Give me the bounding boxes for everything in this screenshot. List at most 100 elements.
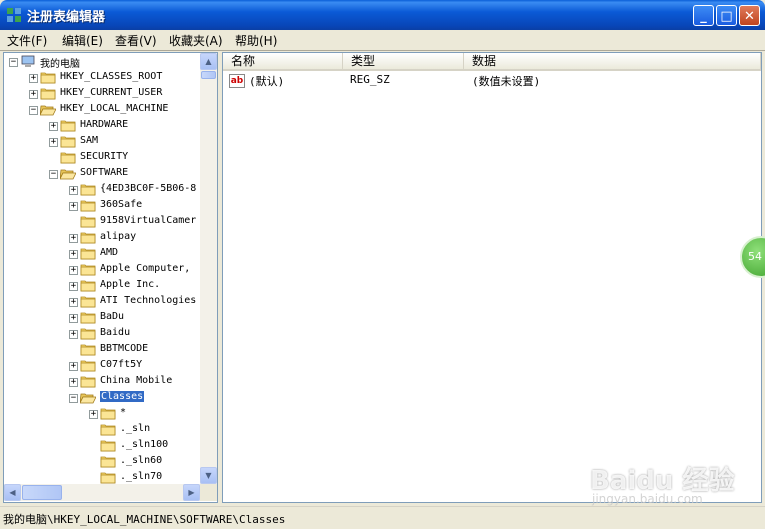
menu-divider — [0, 50, 765, 51]
tree-node-label: C07ft5Y — [100, 359, 143, 370]
tree-node-label: AMD — [100, 247, 119, 258]
tree-node-label: 9158VirtualCamer — [100, 215, 197, 226]
tree-node-label: ._sln100 — [120, 439, 169, 450]
expand-icon[interactable]: + — [29, 90, 38, 99]
scroll-left-button[interactable]: ◀ — [4, 484, 21, 501]
value-name: (默认) — [249, 75, 285, 88]
menu-edit[interactable]: 编辑(E) — [62, 32, 103, 49]
expand-icon[interactable]: + — [69, 298, 78, 307]
string-value-icon: ab — [229, 74, 245, 88]
tree-node[interactable]: + ATI Technologies — [4, 294, 200, 310]
folder-icon — [80, 295, 96, 308]
tree-node[interactable]: ._sln60 — [4, 454, 200, 470]
tree-node-label: HARDWARE — [80, 119, 129, 130]
tree-node[interactable]: − SOFTWARE — [4, 166, 200, 182]
value-type: REG_SZ — [350, 73, 390, 86]
tree-node-label: ._sln70 — [120, 471, 163, 482]
tree-node-label: China Mobile — [100, 375, 173, 386]
scroll-down-button[interactable]: ▼ — [200, 467, 217, 484]
collapse-icon[interactable]: − — [9, 58, 18, 67]
scroll-right-button[interactable]: ▶ — [183, 484, 200, 501]
horizontal-scroll-thumb[interactable] — [22, 485, 62, 500]
tree-node[interactable]: + AMD — [4, 246, 200, 262]
column-data-header[interactable]: 数据 — [464, 53, 761, 71]
expand-icon[interactable]: + — [69, 314, 78, 323]
menu-view[interactable]: 查看(V) — [115, 32, 157, 49]
folder-icon — [80, 215, 96, 228]
tree-node[interactable]: − HKEY_LOCAL_MACHINE — [4, 102, 200, 118]
tree-node[interactable]: ._sln100 — [4, 438, 200, 454]
status-path: 我的电脑\HKEY_LOCAL_MACHINE\SOFTWARE\Classes — [3, 513, 286, 526]
tree-node-label: HKEY_CURRENT_USER — [60, 87, 163, 98]
scroll-thumb[interactable] — [201, 71, 216, 79]
expand-icon[interactable]: + — [69, 362, 78, 371]
registry-tree[interactable]: − 我的电脑 + HKEY_CLASSES_ROOT + HKEY_CURRENT_USE… — [3, 52, 218, 503]
maximize-button[interactable]: □ — [716, 5, 737, 26]
folder-icon — [100, 455, 116, 468]
minimize-button[interactable]: _ — [693, 5, 714, 26]
expand-icon[interactable]: + — [69, 378, 78, 387]
tree-node-label: SECURITY — [80, 151, 129, 162]
expand-icon[interactable]: + — [49, 122, 58, 131]
tree-node[interactable]: + HKEY_CURRENT_USER — [4, 86, 200, 102]
column-name-header[interactable]: 名称 — [223, 53, 343, 71]
tree-node[interactable]: BBTMCODE — [4, 342, 200, 358]
tree-node[interactable]: +360Safe — [4, 198, 200, 214]
expand-icon[interactable]: + — [69, 202, 78, 211]
tree-node[interactable]: + HARDWARE — [4, 118, 200, 134]
collapse-icon[interactable]: − — [29, 106, 38, 115]
tree-node[interactable]: − Classes — [4, 390, 200, 406]
tree-node[interactable]: + China Mobile — [4, 374, 200, 390]
menu-help[interactable]: 帮助(H) — [235, 32, 277, 49]
column-type-header[interactable]: 类型 — [343, 53, 464, 71]
collapse-icon[interactable]: − — [49, 170, 58, 179]
tree-node[interactable]: + Baidu — [4, 326, 200, 342]
expand-icon[interactable]: + — [69, 186, 78, 195]
tree-node-label: ._sln60 — [120, 455, 163, 466]
close-button[interactable]: ✕ — [739, 5, 760, 26]
scroll-up-button[interactable]: ▲ — [200, 53, 217, 70]
expand-icon[interactable]: + — [69, 330, 78, 339]
tree-node[interactable]: + alipay — [4, 230, 200, 246]
values-list[interactable]: 名称 类型 数据 ab (默认) REG_SZ (数值未设置) — [222, 52, 762, 503]
menu-file[interactable]: 文件(F) — [7, 32, 47, 49]
tree-node[interactable]: + HKEY_CLASSES_ROOT — [4, 70, 200, 86]
tree-node[interactable]: ._sln — [4, 422, 200, 438]
tree-node-label: Baidu — [100, 327, 131, 338]
folder-open-icon — [59, 167, 77, 180]
title-bar: 注册表编辑器 _ □ ✕ — [0, 0, 765, 30]
tree-vertical-scrollbar[interactable]: ▲ ▼ — [200, 53, 217, 484]
expand-icon[interactable]: + — [29, 74, 38, 83]
tree-node-label: 360Safe — [100, 199, 143, 210]
folder-icon — [80, 199, 96, 212]
tree-node[interactable]: + Apple Inc. — [4, 278, 200, 294]
expand-icon[interactable]: + — [49, 138, 58, 147]
tree-horizontal-scrollbar[interactable]: ◀ ▶ — [4, 484, 200, 501]
tree-node[interactable]: + BaDu — [4, 310, 200, 326]
registry-editor-icon — [7, 8, 21, 22]
tree-node-label: alipay — [100, 231, 137, 242]
menu-bar: 文件(F) 编辑(E) 查看(V) 收藏夹(A) 帮助(H) — [0, 30, 765, 50]
expand-icon[interactable]: + — [69, 282, 78, 291]
folder-icon — [80, 343, 96, 356]
tree-node-label: BaDu — [100, 311, 125, 322]
maximize-icon: □ — [720, 9, 733, 24]
expand-icon[interactable]: + — [69, 250, 78, 259]
folder-icon — [60, 135, 76, 148]
folder-icon — [80, 375, 96, 388]
expand-icon[interactable]: + — [69, 234, 78, 243]
tree-node[interactable]: + * — [4, 406, 200, 422]
folder-icon — [80, 247, 96, 260]
expand-icon[interactable]: + — [89, 410, 98, 419]
tree-node[interactable]: − 我的电脑 — [4, 54, 200, 70]
tree-node[interactable]: + SAM — [4, 134, 200, 150]
menu-favorites[interactable]: 收藏夹(A) — [169, 32, 223, 49]
collapse-icon[interactable]: − — [69, 394, 78, 403]
tree-node[interactable]: + C07ft5Y — [4, 358, 200, 374]
tree-node[interactable]: SECURITY — [4, 150, 200, 166]
expand-icon[interactable]: + — [69, 266, 78, 275]
tree-node[interactable]: 9158VirtualCamer — [4, 214, 200, 230]
tree-node[interactable]: + {4ED3BC0F-5B06-8 — [4, 182, 200, 198]
tree-node[interactable]: + Apple Computer, — [4, 262, 200, 278]
tree-node-label: 我的电脑 — [40, 59, 80, 70]
